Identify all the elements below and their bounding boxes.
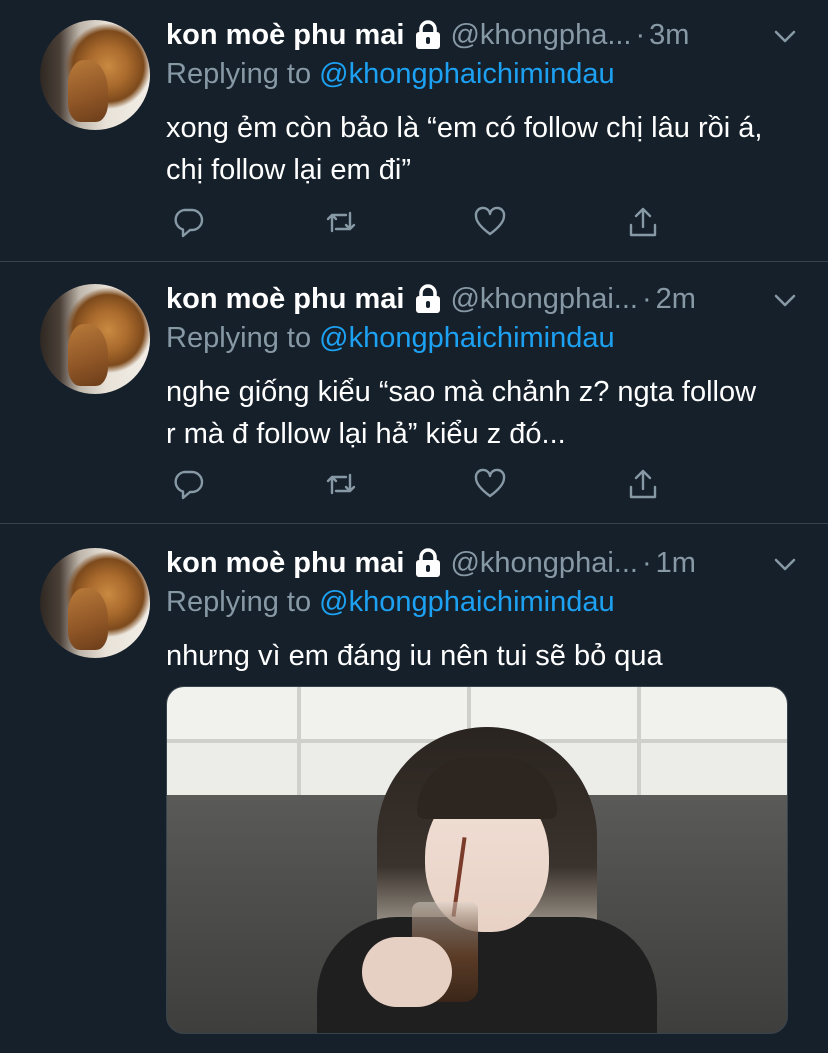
username-handle[interactable]: @khongphai... (450, 547, 637, 580)
separator-dot: · (641, 282, 652, 315)
mention-link[interactable]: @khongphaichimindau (319, 322, 614, 354)
timestamp[interactable]: 3m (649, 19, 689, 52)
tweet-photo[interactable] (166, 686, 788, 1034)
tweet-header: kon moè phu mai @khongphai... · 1m (166, 543, 798, 583)
like-icon[interactable] (470, 464, 510, 504)
avatar[interactable] (40, 284, 150, 394)
like-icon[interactable] (470, 202, 510, 242)
avatar[interactable] (40, 20, 150, 130)
separator-dot: · (641, 546, 652, 579)
avatar[interactable] (40, 548, 150, 658)
replying-prefix: Replying to (166, 58, 320, 90)
tweet[interactable]: kon moè phu mai @khongphai... · 1m Reply… (0, 524, 828, 1053)
share-icon[interactable] (623, 464, 663, 504)
mention-link[interactable]: @khongphaichimindau (319, 58, 614, 90)
display-name[interactable]: kon moè phu mai (166, 547, 404, 580)
tweet-text: nhưng vì em đáng iu nên tui sẽ bỏ qua (166, 640, 663, 672)
tweet-actions (166, 464, 666, 504)
username-handle[interactable]: @khongphai... (450, 283, 637, 316)
chevron-down-icon[interactable] (772, 551, 798, 577)
replying-to: Replying to @khongphaichimindau (166, 322, 615, 355)
lock-icon (414, 20, 442, 50)
replying-prefix: Replying to (166, 322, 320, 354)
timestamp[interactable]: 2m (656, 283, 696, 316)
retweet-icon[interactable] (321, 464, 361, 504)
tweet[interactable]: kon moè phu mai @khongphai... · 2m Reply… (0, 262, 828, 524)
replying-to: Replying to @khongphaichimindau (166, 58, 615, 91)
lock-icon (414, 548, 442, 578)
display-name[interactable]: kon moè phu mai (166, 283, 404, 316)
timestamp[interactable]: 1m (656, 547, 696, 580)
tweet-header: kon moè phu mai @khongphai... · 2m (166, 279, 798, 319)
username-handle[interactable]: @khongpha... (450, 19, 631, 52)
tweet-header: kon moè phu mai @khongpha... · 3m (166, 15, 798, 55)
reply-icon[interactable] (168, 464, 208, 504)
lock-icon (414, 284, 442, 314)
tweet-text: xong ẻm còn bảo là “em có follow chị lâu… (166, 112, 763, 186)
share-icon[interactable] (623, 202, 663, 242)
chevron-down-icon[interactable] (772, 23, 798, 49)
mention-link[interactable]: @khongphaichimindau (319, 586, 614, 618)
replying-to: Replying to @khongphaichimindau (166, 586, 615, 619)
display-name[interactable]: kon moè phu mai (166, 19, 404, 52)
tweet[interactable]: kon moè phu mai @khongpha... · 3m Replyi… (0, 0, 828, 262)
separator-dot: · (635, 18, 646, 51)
photo-hand (362, 937, 452, 1007)
tweet-actions (166, 202, 666, 242)
tweet-text: nghe giống kiểu “sao mà chảnh z? ngta fo… (166, 376, 757, 450)
chevron-down-icon[interactable] (772, 287, 798, 313)
replying-prefix: Replying to (166, 586, 320, 618)
retweet-icon[interactable] (321, 202, 361, 242)
reply-icon[interactable] (168, 202, 208, 242)
